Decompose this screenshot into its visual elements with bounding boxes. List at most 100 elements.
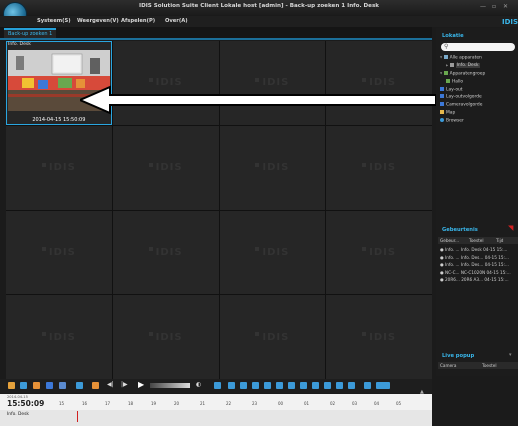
video-cell[interactable]: IDIS [6, 295, 112, 379]
snapshot-icon[interactable] [76, 382, 83, 389]
video-cell[interactable]: IDIS [326, 125, 432, 210]
event-row[interactable]: ● NC-C... NC-C1020N 04-15 15:... [440, 270, 518, 275]
hour-tick: 04 [374, 401, 380, 406]
menu-systeem[interactable]: Systeem(S) [37, 18, 71, 24]
events-col-device[interactable]: Toestel [469, 238, 484, 243]
hour-tick: 05 [396, 401, 402, 406]
video-cell[interactable]: IDIS [6, 125, 112, 210]
hour-tick: 18 [128, 401, 134, 406]
search-icon[interactable] [20, 382, 27, 389]
events-alert-icon[interactable]: ◥ [508, 224, 513, 232]
tab-backup-search[interactable]: Back-up zoeken 1 [4, 28, 56, 38]
layout-strip-icon[interactable] [348, 382, 355, 389]
play-icon[interactable]: ▶ [138, 380, 144, 389]
sequence-icon[interactable] [376, 382, 390, 389]
menu-over[interactable]: Over(A) [165, 18, 188, 24]
layout-1plus5-icon[interactable] [300, 382, 307, 389]
collapse-icon[interactable]: ▾ [509, 352, 512, 358]
event-type: Info. ... [445, 254, 460, 260]
layout-icon [440, 86, 444, 91]
tree-label: Info. Desk [455, 63, 480, 69]
tree-item-device-group[interactable]: ▾ Apparatengroep [440, 70, 518, 77]
tree-item-layout-sequence[interactable]: Lay-outvolgorde [440, 94, 518, 100]
timeline-playhead[interactable] [77, 411, 78, 422]
fullscreen-icon[interactable] [364, 382, 371, 389]
idis-watermark: IDIS [220, 211, 326, 295]
step-forward-icon[interactable]: |▶ [121, 381, 128, 388]
camera-icon [449, 62, 454, 67]
close-icon[interactable]: ✕ [503, 3, 508, 10]
video-cell[interactable]: IDIS [112, 210, 219, 295]
event-time: 04-15 15:... [484, 262, 509, 268]
timeline-track[interactable] [0, 410, 432, 426]
layout-3x3-icon[interactable] [252, 382, 259, 389]
idis-watermark: IDIS [6, 211, 112, 295]
folder-icon[interactable] [33, 382, 40, 389]
layout-4x4-icon[interactable] [264, 382, 271, 389]
step-back-icon[interactable]: ◀| [107, 381, 114, 388]
tree-item-info-desk[interactable]: ▸ Info. Desk [440, 62, 518, 69]
layout-custom-icon[interactable] [324, 382, 331, 389]
hour-tick: 00 [278, 401, 284, 406]
tree-item-layout[interactable]: Lay-out [440, 86, 518, 92]
location-tree: ▾ Alle apparaten ▸ Info. Desk ▾ Apparate… [440, 55, 518, 126]
tree-item-camera-sequence[interactable]: Cameravolgorde [440, 102, 518, 108]
event-type: Info. ... [445, 262, 460, 268]
menu-weergeven[interactable]: Weergeven(V) [77, 18, 119, 24]
events-col-time[interactable]: Tijd [496, 238, 503, 243]
hour-tick: 22 [226, 401, 232, 406]
brand-logo: IDIS [502, 18, 518, 26]
video-cell[interactable]: IDIS [219, 295, 326, 379]
speed-slider[interactable] [150, 383, 190, 388]
events-col-event[interactable]: Gebeur... [440, 238, 459, 243]
event-row[interactable]: ● Info. ... Info. Des... 04-15 15:... [440, 255, 518, 260]
idis-watermark: IDIS [326, 126, 432, 210]
idis-watermark: IDIS [113, 126, 219, 210]
maximize-icon[interactable]: ▫ [492, 3, 496, 10]
live-col-camera[interactable]: Camera [440, 363, 456, 368]
speed-icon[interactable]: ◐ [196, 381, 201, 388]
tree-item-map[interactable]: Map [440, 110, 518, 116]
layout-1plus7-icon[interactable] [312, 382, 319, 389]
zoom-icon[interactable] [214, 382, 221, 389]
hour-tick: 03 [352, 401, 358, 406]
tab-underline [0, 38, 432, 40]
event-time: 04-15 15:... [484, 254, 509, 260]
layout-5x5-icon[interactable] [276, 382, 283, 389]
idis-watermark: IDIS [113, 211, 219, 295]
location-search-input[interactable] [441, 43, 515, 51]
bookmark-icon[interactable] [92, 382, 99, 389]
video-cell[interactable]: IDIS [326, 295, 432, 379]
window-title: IDIS Solution Suite Client Lokale host [… [138, 3, 380, 9]
video-cell[interactable]: IDIS [112, 125, 219, 210]
event-row[interactable]: ● Info. ... Info. Desk 04-15 15:... [440, 247, 518, 252]
hour-tick: 15 [59, 401, 65, 406]
minimize-icon[interactable]: — [480, 3, 486, 10]
timeline-ruler[interactable] [0, 394, 432, 410]
layout-wide-icon[interactable] [336, 382, 343, 389]
tree-label: Lay-outvolgorde [446, 94, 482, 100]
events-header: Gebeurtenis [442, 227, 478, 233]
video-cell[interactable]: IDIS [6, 210, 112, 295]
video-cell[interactable]: IDIS [112, 295, 219, 379]
menu-afspelen[interactable]: Afspelen(P) [121, 18, 155, 24]
layout-6x6-icon[interactable] [288, 382, 295, 389]
video-cell[interactable]: IDIS [219, 125, 326, 210]
tree-label: Apparatengroep [449, 71, 486, 77]
event-device: Info. Desk [460, 247, 482, 252]
event-row[interactable]: ● 20R6... 20R6 A3... 04-15 15:... [440, 277, 518, 282]
video-cell[interactable]: IDIS [326, 210, 432, 295]
tree-item-all-devices[interactable]: ▾ Alle apparaten [440, 55, 518, 61]
layout-2x2-icon[interactable] [240, 382, 247, 389]
export-icon[interactable] [46, 382, 53, 389]
event-type: 20R6... [445, 277, 460, 283]
live-col-device[interactable]: Toestel [482, 363, 497, 368]
tree-item-hallo[interactable]: Hallo [440, 78, 518, 84]
tree-item-browser[interactable]: Browser [440, 118, 518, 124]
video-cell[interactable]: IDIS [219, 210, 326, 295]
lock-icon[interactable] [8, 382, 15, 389]
event-row[interactable]: ● Info. ... Info. Des... 04-15 15:... [440, 262, 518, 267]
idis-watermark: IDIS [326, 211, 432, 295]
print-icon[interactable] [59, 382, 66, 389]
layout-1x1-icon[interactable] [228, 382, 235, 389]
